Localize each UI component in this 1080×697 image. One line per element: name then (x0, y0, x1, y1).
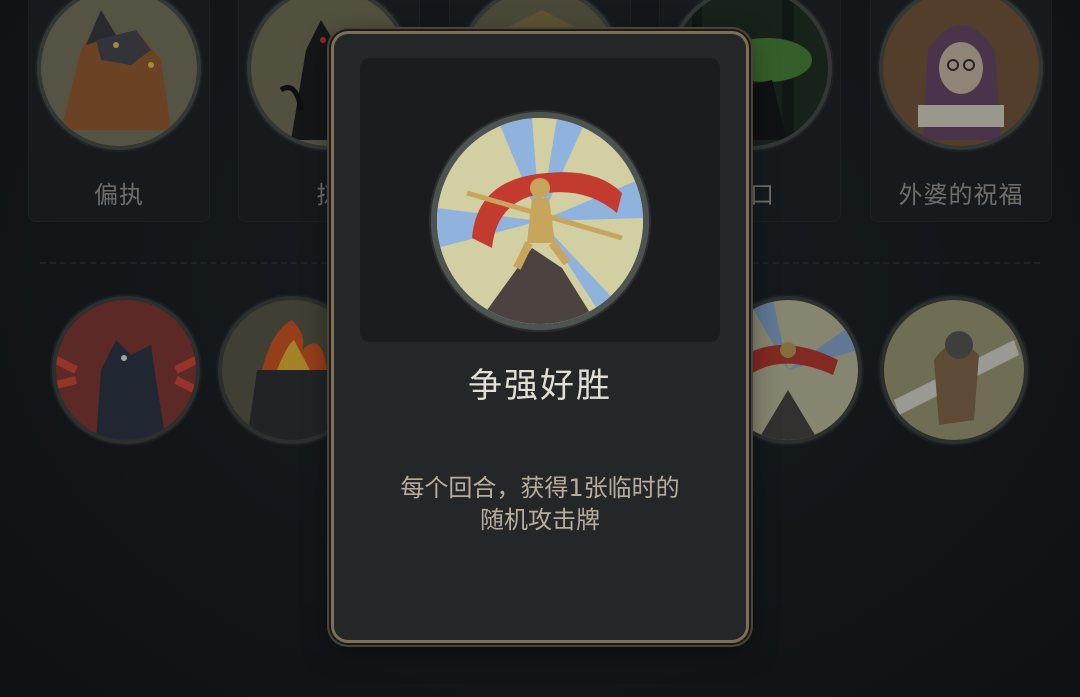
blessing-title: 争强好胜 (468, 366, 612, 406)
description-line: 每个回合，获得1张临时的 (400, 474, 680, 502)
competitive-fighter-icon (437, 118, 643, 324)
blessing-art-panel (360, 58, 720, 342)
blessing-detail-modal: 争强好胜 每个回合，获得1张临时的 随机攻击牌 (334, 34, 746, 640)
blessing-description: 每个回合，获得1张临时的 随机攻击牌 (364, 472, 716, 536)
description-line: 随机攻击牌 (480, 506, 600, 534)
